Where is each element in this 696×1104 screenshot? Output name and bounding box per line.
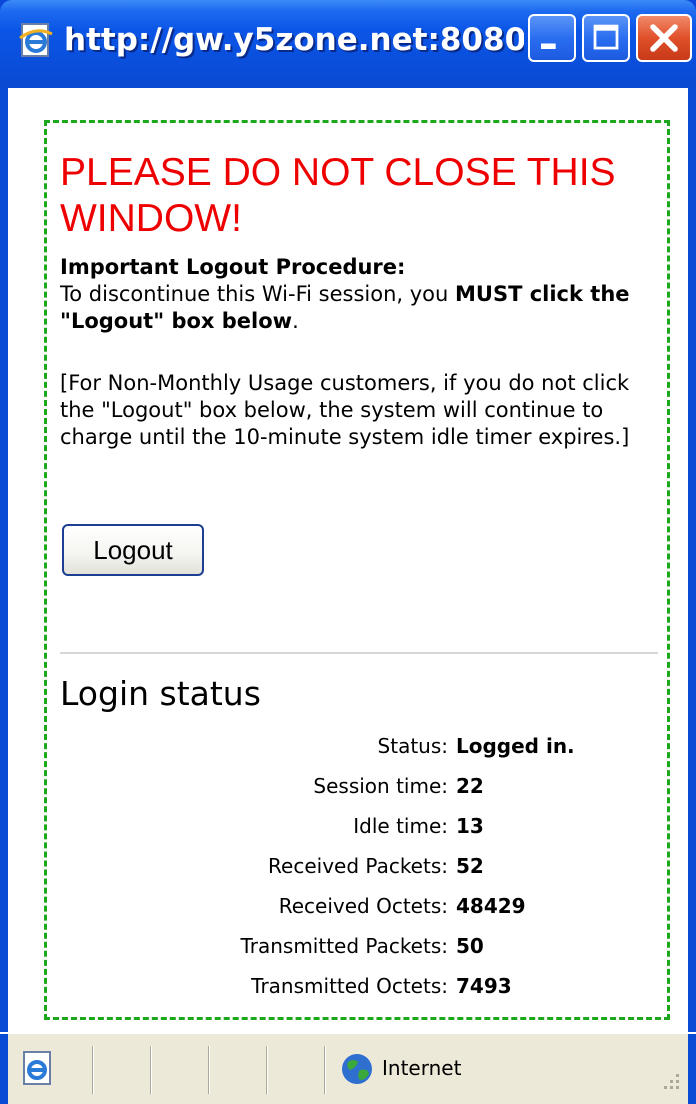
procedure-title: Important Logout Procedure: bbox=[60, 255, 406, 279]
stat-label: Transmitted Octets: bbox=[251, 974, 448, 998]
stat-value: 7493 bbox=[456, 974, 512, 998]
minimize-icon bbox=[541, 43, 556, 49]
logout-button[interactable]: Logout bbox=[62, 524, 204, 576]
page-content[interactable]: PLEASE DO NOT CLOSE THIS WINDOW! Importa… bbox=[8, 88, 688, 1032]
window-frame-left bbox=[0, 88, 8, 1032]
stat-label: Received Packets: bbox=[268, 854, 448, 878]
status-separator bbox=[208, 1046, 210, 1094]
status-row: Status: Logged in. bbox=[60, 728, 660, 764]
transmitted-octets-row: Transmitted Octets: 7493 bbox=[60, 968, 660, 1004]
received-packets-row: Received Packets: 52 bbox=[60, 848, 660, 884]
title-bar[interactable]: http://gw.y5zone.net:8080 ... bbox=[0, 0, 696, 88]
transmitted-packets-row: Transmitted Packets: 50 bbox=[60, 928, 660, 964]
status-bar: Internet bbox=[0, 1032, 696, 1104]
stat-value: Logged in. bbox=[456, 734, 575, 758]
status-separator bbox=[324, 1046, 326, 1094]
resize-grip-icon[interactable] bbox=[654, 1068, 682, 1096]
status-separator bbox=[92, 1046, 94, 1094]
window-frame-right bbox=[688, 1034, 696, 1104]
maximize-icon bbox=[593, 24, 619, 50]
stat-label: Session time: bbox=[313, 774, 448, 798]
idle-time-row: Idle time: 13 bbox=[60, 808, 660, 844]
section-divider bbox=[60, 652, 658, 654]
procedure-text: To discontinue this Wi-Fi session, you bbox=[60, 282, 455, 306]
close-button[interactable] bbox=[636, 14, 692, 62]
stat-label: Idle time: bbox=[353, 814, 448, 838]
window-frame-left bbox=[0, 1034, 8, 1104]
ie-page-icon bbox=[19, 23, 53, 57]
session-time-row: Session time: 22 bbox=[60, 768, 660, 804]
stat-label: Status: bbox=[377, 734, 448, 758]
globe-icon bbox=[342, 1054, 372, 1084]
browser-popup-window: http://gw.y5zone.net:8080 ... PLEASE DO … bbox=[0, 0, 696, 1104]
stat-value: 22 bbox=[456, 774, 484, 798]
procedure-period: . bbox=[292, 309, 299, 333]
zone-label: Internet bbox=[382, 1056, 462, 1080]
ie-page-icon bbox=[23, 1051, 51, 1085]
stat-value: 52 bbox=[456, 854, 484, 878]
minimize-button[interactable] bbox=[528, 14, 576, 62]
warning-heading: PLEASE DO NOT CLOSE THIS WINDOW! bbox=[60, 151, 616, 240]
login-status-title: Login status bbox=[60, 674, 261, 713]
stat-label: Received Octets: bbox=[278, 894, 448, 918]
status-separator bbox=[150, 1046, 152, 1094]
close-icon bbox=[650, 24, 678, 52]
stat-value: 13 bbox=[456, 814, 484, 838]
stat-value: 48429 bbox=[456, 894, 526, 918]
status-separator bbox=[266, 1046, 268, 1094]
stat-value: 50 bbox=[456, 934, 484, 958]
window-frame-right bbox=[688, 88, 696, 1032]
received-octets-row: Received Octets: 48429 bbox=[60, 888, 660, 924]
stat-label: Transmitted Packets: bbox=[240, 934, 448, 958]
maximize-button[interactable] bbox=[582, 14, 630, 62]
window-title: http://gw.y5zone.net:8080 ... bbox=[64, 22, 524, 58]
logout-procedure: Important Logout Procedure: To discontin… bbox=[60, 254, 666, 335]
billing-note: [For Non-Monthly Usage customers, if you… bbox=[60, 371, 630, 449]
